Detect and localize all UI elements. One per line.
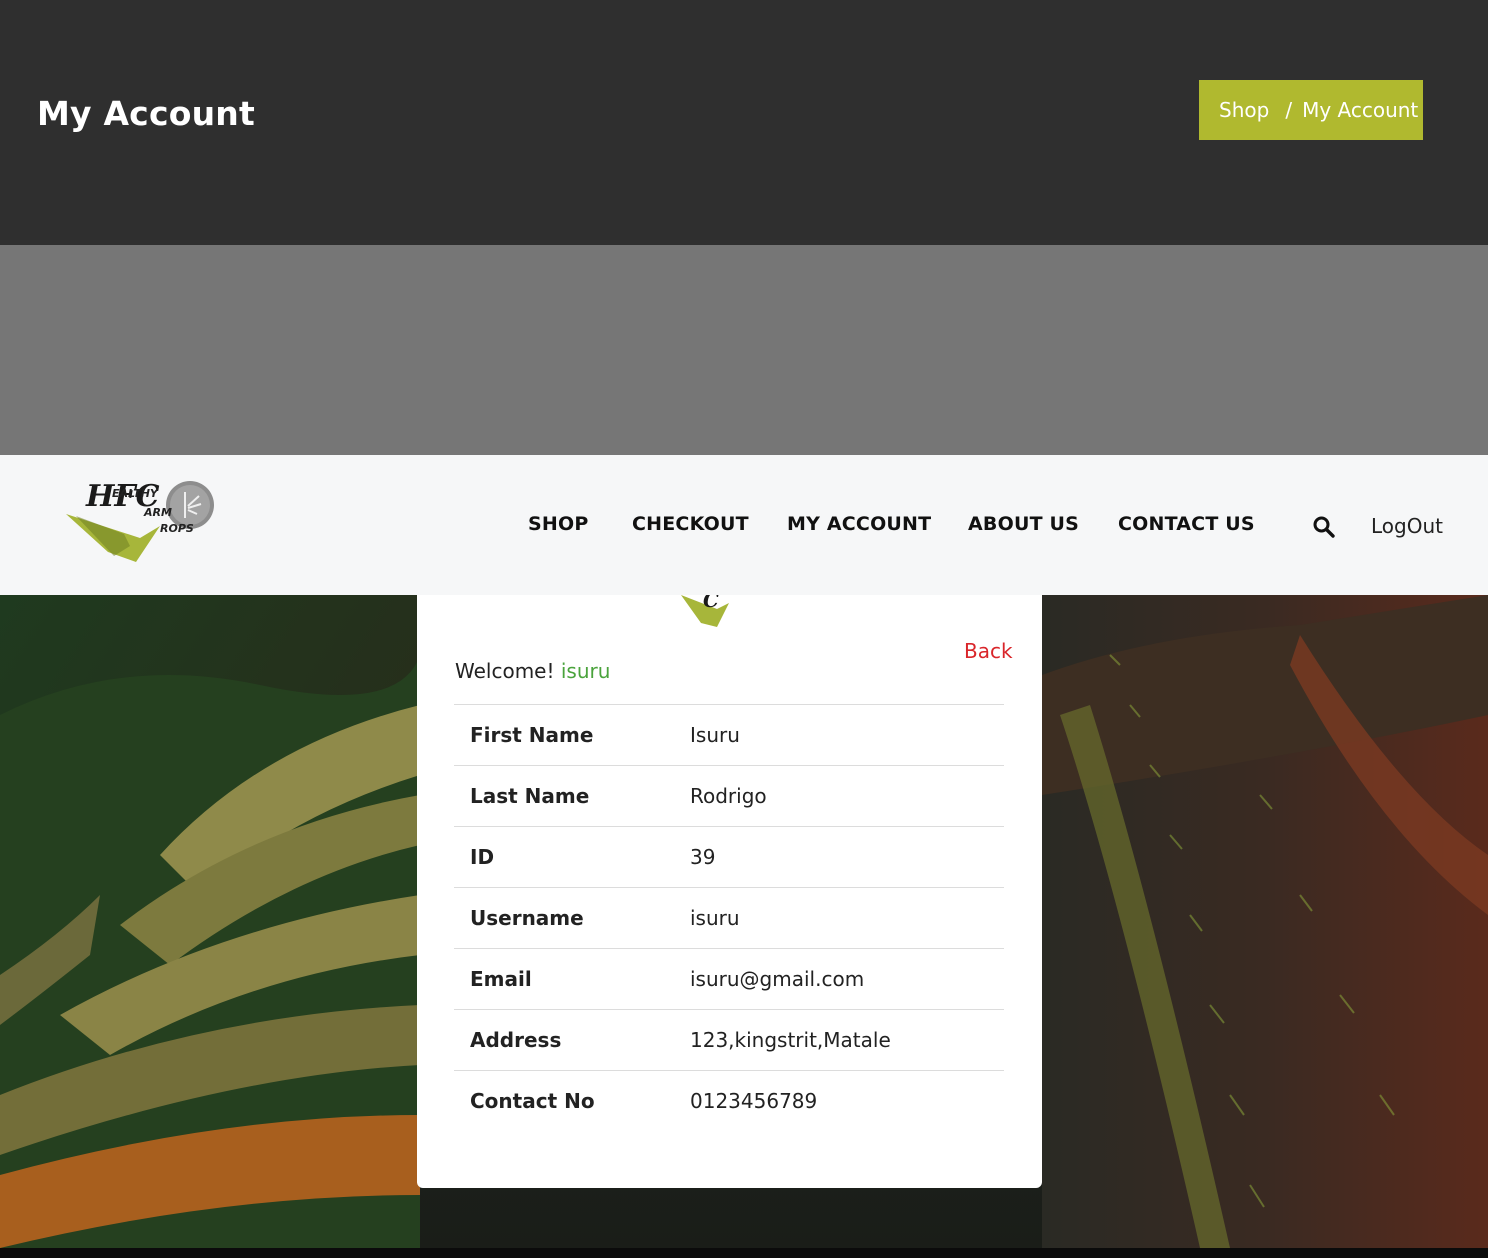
row-label: Address [470, 1028, 562, 1052]
row-label: Contact No [470, 1089, 595, 1114]
row-label: Username [470, 906, 584, 930]
grey-band [0, 245, 1488, 455]
breadcrumb-current: My Account [1302, 98, 1419, 122]
back-link[interactable]: Back [964, 639, 1013, 663]
nav-checkout[interactable]: CHECKOUT [632, 513, 749, 535]
card-logo: C [681, 595, 729, 627]
page-header: My Account Shop / My Account [0, 0, 1488, 245]
table-row: Address 123,kingstrit,Matale [454, 1009, 1004, 1071]
svg-text:C: C [703, 595, 719, 612]
breadcrumb-separator: / [1285, 98, 1293, 122]
row-value: Isuru [690, 723, 740, 747]
row-label: ID [470, 845, 495, 869]
welcome-message: Welcome! isuru [455, 659, 610, 683]
search-icon[interactable] [1312, 515, 1336, 539]
page-bottom-edge [0, 1248, 1488, 1258]
table-row: ID 39 [454, 826, 1004, 888]
nav-my-account[interactable]: MY ACCOUNT [787, 513, 931, 535]
row-label: First Name [470, 723, 594, 747]
table-row: Email isuru@gmail.com [454, 948, 1004, 1010]
row-label: Email [470, 967, 532, 991]
row-value: 0123456789 [690, 1089, 818, 1114]
table-row: Contact No 0123456789 [454, 1070, 1004, 1132]
nav-about-us[interactable]: ABOUT US [968, 513, 1079, 535]
welcome-prefix: Welcome! [455, 659, 555, 683]
table-row: First Name Isuru [454, 704, 1004, 766]
svg-text:EALTHY: EALTHY [112, 487, 159, 500]
logout-link[interactable]: LogOut [1371, 514, 1443, 538]
nav-contact-us[interactable]: CONTACT US [1118, 513, 1255, 535]
page-title: My Account [37, 94, 255, 133]
breadcrumb: Shop / My Account [1199, 80, 1423, 140]
welcome-username: isuru [560, 659, 611, 683]
row-label: Last Name [470, 784, 590, 808]
row-value: Rodrigo [690, 784, 767, 808]
row-value: isuru@gmail.com [690, 967, 865, 991]
account-details-table: First Name Isuru Last Name Rodrigo ID 39… [454, 704, 1004, 1132]
main-nav: SHOP CHECKOUT MY ACCOUNT ABOUT US CONTAC… [0, 513, 1488, 541]
table-row: Last Name Rodrigo [454, 765, 1004, 827]
row-value: 39 [690, 845, 716, 869]
breadcrumb-shop-link[interactable]: Shop [1219, 98, 1269, 122]
account-card: C Back Welcome! isuru First Name Isuru L… [417, 595, 1042, 1188]
table-row: Username isuru [454, 887, 1004, 949]
row-value: 123,kingstrit,Matale [690, 1028, 891, 1052]
row-value: isuru [690, 906, 740, 930]
nav-shop[interactable]: SHOP [528, 513, 588, 535]
